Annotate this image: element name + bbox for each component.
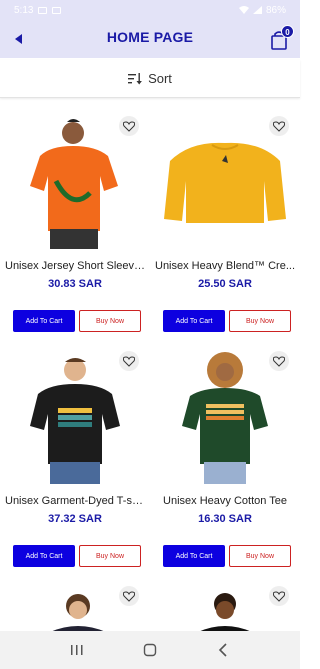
heart-icon (273, 120, 285, 132)
product-name[interactable]: Unisex Jersey Short Sleeve ... (5, 260, 145, 272)
heart-icon (123, 355, 135, 367)
product-name[interactable]: Unisex Heavy Cotton Tee (155, 495, 295, 507)
status-time: 5:13 (14, 4, 34, 16)
add-to-cart-button[interactable]: Add To Cart (163, 545, 225, 567)
sort-label: Sort (148, 71, 172, 86)
wifi-icon (238, 6, 249, 14)
partial-person-image (50, 594, 106, 632)
message-icon (38, 6, 48, 14)
app-bar: HOME PAGE 0 (0, 20, 300, 58)
favorite-button[interactable] (269, 116, 289, 136)
favorite-button[interactable] (119, 116, 139, 136)
add-to-cart-button[interactable]: Add To Cart (163, 310, 225, 332)
cart-button[interactable]: 0 (270, 25, 294, 50)
system-back-button[interactable] (212, 641, 234, 659)
signal-icon (252, 6, 262, 14)
add-to-cart-button[interactable]: Add To Cart (13, 310, 75, 332)
buy-now-button[interactable]: Buy Now (229, 545, 291, 567)
home-icon (143, 643, 157, 657)
product-price: 25.50 SAR (198, 278, 252, 290)
recent-apps-icon (70, 645, 83, 655)
heart-icon (273, 590, 285, 602)
buy-now-button[interactable]: Buy Now (79, 545, 141, 567)
black-tshirt-man-image (30, 358, 120, 484)
green-tshirt-woman-image (182, 352, 268, 484)
orange-tshirt-man-image (30, 119, 118, 249)
status-bar: 5:13 86% (0, 0, 300, 20)
image-icon (52, 6, 62, 14)
home-button[interactable] (139, 641, 161, 659)
product-price: 30.83 SAR (48, 278, 102, 290)
buy-now-button[interactable]: Buy Now (229, 310, 291, 332)
partial-person-image (198, 593, 252, 632)
sort-icon (128, 72, 142, 84)
add-to-cart-button[interactable]: Add To Cart (13, 545, 75, 567)
page-title: HOME PAGE (106, 29, 194, 45)
yellow-sweatshirt-image (164, 142, 286, 223)
battery-level: 86% (265, 4, 286, 16)
buy-now-button[interactable]: Buy Now (79, 310, 141, 332)
heart-icon (123, 120, 135, 132)
sort-button[interactable]: Sort (0, 60, 300, 98)
heart-icon (123, 590, 135, 602)
favorite-button[interactable] (269, 351, 289, 371)
product-price: 16.30 SAR (198, 513, 252, 525)
recent-apps-button[interactable] (66, 641, 88, 659)
favorite-button[interactable] (269, 586, 289, 606)
cart-count-badge: 0 (281, 25, 294, 38)
product-name[interactable]: Unisex Garment-Dyed T-sh... (5, 495, 145, 507)
product-name[interactable]: Unisex Heavy Blend™ Cre... (155, 260, 295, 272)
system-nav-bar (0, 631, 300, 669)
heart-icon (273, 355, 285, 367)
favorite-button[interactable] (119, 351, 139, 371)
chevron-left-icon (219, 643, 227, 657)
favorite-button[interactable] (119, 586, 139, 606)
product-price: 37.32 SAR (48, 513, 102, 525)
